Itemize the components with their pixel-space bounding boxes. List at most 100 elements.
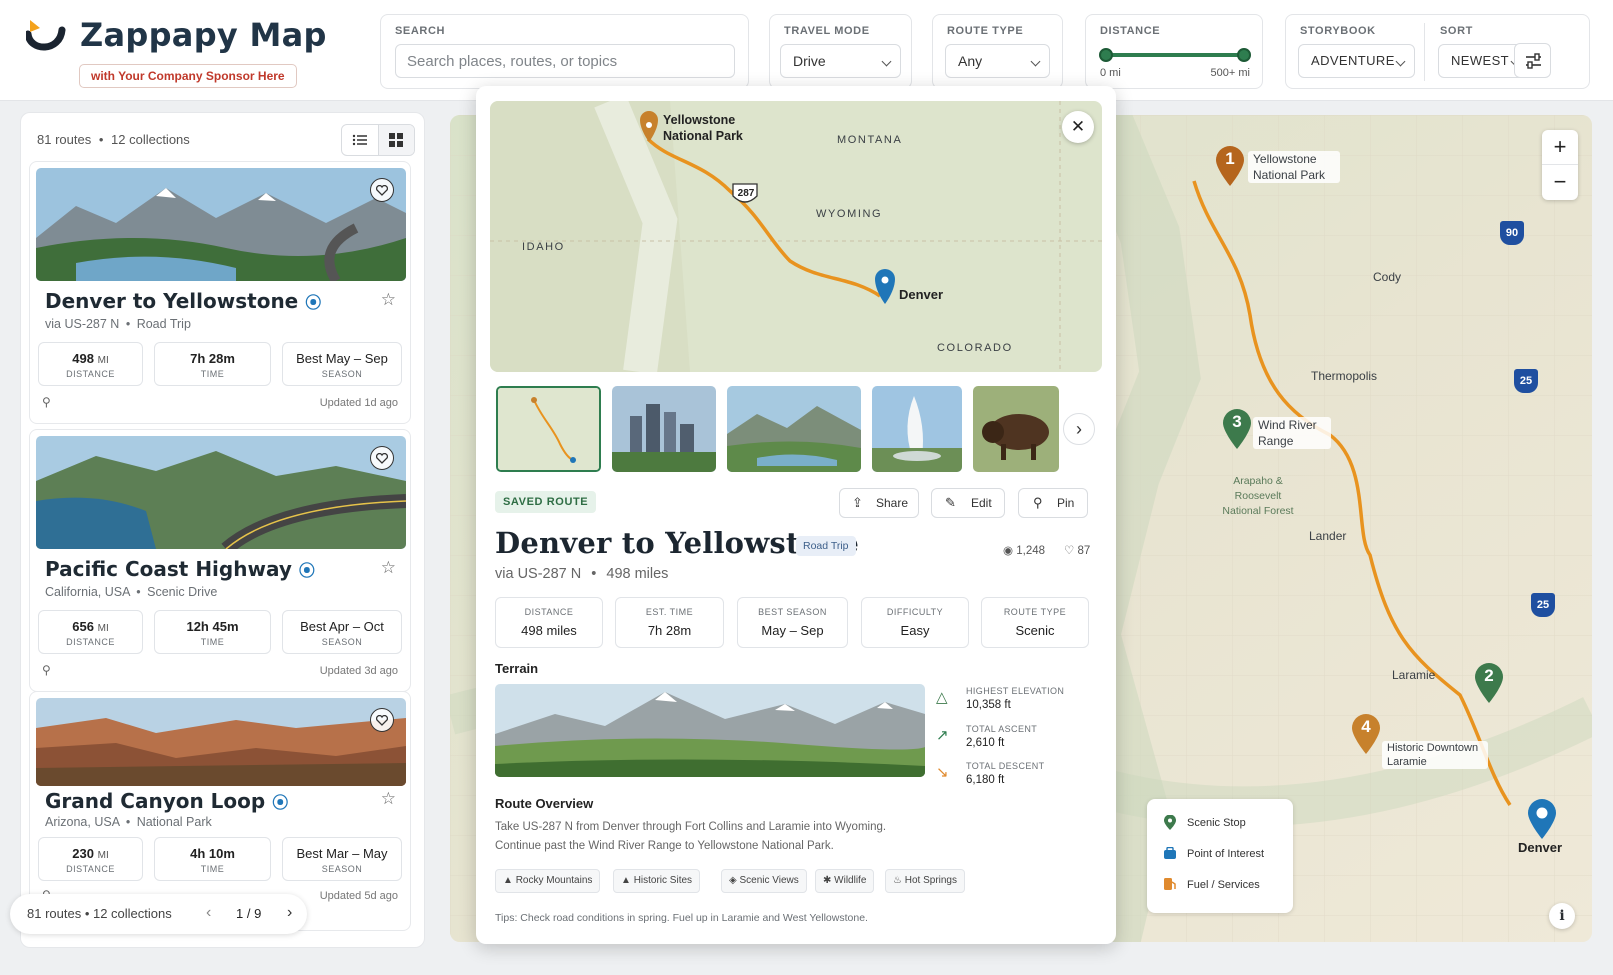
popup-mini-map[interactable]: Yellowstone National Park MONTANA WYOMIN… [490, 101, 1102, 372]
heart-icon: ♡ [1064, 545, 1075, 557]
distance-unit: MI [97, 850, 109, 861]
tag-chip[interactable]: ♨ Hot Springs [885, 869, 965, 893]
route-card-title: Pacific Coast Highway ⦿ [45, 557, 315, 581]
separator-dot: • [125, 815, 131, 829]
tag-chip[interactable]: ▲ Rocky Mountains [495, 869, 601, 893]
highway-25-shield-icon: 25 [1531, 593, 1555, 617]
mini-map-state-wyoming: WYOMING [816, 208, 883, 220]
distance-slider[interactable] [1099, 48, 1251, 62]
route-card-subtitle: via US-287 N • Road Trip [45, 317, 191, 331]
route-card-updated: Updated 1d ago [319, 397, 398, 409]
thumbnails-next-button[interactable]: › [1063, 413, 1095, 445]
landmark-icon: ▲ [621, 875, 631, 886]
tag-chip-label: Historic Sites [633, 875, 693, 886]
terrain-stat-value: 10,358 ft [966, 699, 1011, 711]
tag-chip[interactable]: ◈ Scenic Views [721, 869, 807, 893]
thumbnail-bison[interactable] [973, 386, 1059, 472]
pushpin-icon[interactable]: ⚲ [42, 395, 51, 409]
thumbnail-mountains[interactable] [727, 386, 861, 472]
location-pin-icon: ⦿ [272, 793, 289, 812]
edit-button[interactable]: ✎ Edit [931, 488, 1005, 518]
map-label-cody: Cody [1373, 270, 1402, 284]
terrain-stat-label: TOTAL ASCENT [966, 724, 1038, 734]
stat-value: Scenic [1015, 623, 1055, 638]
zoom-controls: + − [1542, 130, 1578, 200]
tag-chip[interactable]: ▲ Historic Sites [613, 869, 701, 893]
route-card-title: Denver to Yellowstone ⦿ [45, 289, 321, 313]
terrain-total-descent: ↘ TOTAL DESCENT 6,180 ft [936, 761, 1086, 791]
season-value: Best Mar – May [296, 846, 388, 861]
sponsor-badge[interactable]: with Your Company Sponsor Here [79, 64, 297, 88]
share-icon: ⇪ [852, 495, 863, 510]
stat-value: May – Sep [761, 623, 824, 638]
marker-2[interactable]: 2 [1473, 662, 1505, 704]
view-toggle [341, 124, 415, 156]
thumbnail-geyser[interactable] [872, 386, 962, 472]
tag-chip-label: Hot Springs [904, 875, 957, 886]
travel-mode-value: Drive [793, 53, 826, 69]
star-icon[interactable]: ☆ [381, 558, 396, 578]
chevron-down-icon [1395, 56, 1406, 67]
list-view-button[interactable] [342, 125, 378, 155]
route-tips: Tips: Check road conditions in spring. F… [495, 912, 868, 924]
route-list-panel: 81 routes • 12 collections Denver to Yel… [20, 112, 425, 948]
favorite-heart-icon[interactable] [370, 446, 394, 470]
map-label-forest: Arapaho & Roosevelt National Forest [1222, 475, 1294, 517]
zoom-in-button[interactable]: + [1542, 130, 1578, 165]
storybook-value: ADVENTURE [1311, 53, 1395, 68]
mini-map-start-label: Yellowstone National Park [663, 113, 743, 143]
pin-button[interactable]: ⚲ Pin [1018, 488, 1088, 518]
edit-button-label: Edit [971, 496, 992, 510]
map-label-thermopolis: Thermopolis [1311, 369, 1378, 383]
route-card-season: Best May – Sep SEASON [282, 342, 402, 386]
distance-filter: DISTANCE 0 mi 500+ mi [1085, 14, 1263, 89]
travel-mode-filter: TRAVEL MODE Drive [769, 14, 912, 89]
descent-icon: ↘ [936, 764, 949, 781]
route-card-title-text: Grand Canyon Loop [45, 789, 266, 813]
marker-1[interactable]: 1 [1214, 145, 1246, 187]
logo-icon [26, 20, 66, 51]
marker-2-number: 2 [1484, 666, 1494, 685]
saved-route-badge: SAVED ROUTE [495, 491, 597, 513]
route-type-select[interactable]: Any [945, 44, 1050, 78]
stat-label: DISTANCE [524, 607, 574, 617]
time-value: 12h 45m [186, 619, 239, 634]
marker-3[interactable]: 3 [1221, 408, 1253, 450]
grid-view-button[interactable] [377, 125, 414, 155]
terrain-stat-label: HIGHEST ELEVATION [966, 686, 1065, 696]
thumbnail-city[interactable] [612, 386, 716, 472]
app-title: Zappapy Map [80, 16, 327, 54]
marker-4[interactable]: 4 [1350, 713, 1382, 755]
travel-mode-select[interactable]: Drive [780, 44, 901, 78]
distance-value: 230 [72, 846, 94, 861]
distance-max-handle[interactable] [1237, 48, 1251, 62]
next-page-button[interactable]: › [287, 904, 292, 922]
thumbnail-route-map[interactable] [496, 386, 601, 472]
tag-chip[interactable]: ✱ Wildlife [815, 869, 875, 893]
map-info-button[interactable]: i [1549, 903, 1575, 929]
time-label: TIME [200, 864, 225, 874]
time-label: TIME [200, 369, 225, 379]
favorite-heart-icon[interactable] [370, 178, 394, 202]
close-icon[interactable]: ✕ [1062, 111, 1094, 143]
stat-route-type: ROUTE TYPE Scenic [981, 597, 1089, 648]
prev-page-button[interactable]: ‹ [206, 904, 211, 922]
route-card-updated: Updated 3d ago [319, 665, 398, 677]
marker-denver[interactable] [1526, 798, 1558, 840]
route-type-label: ROUTE TYPE [947, 25, 1024, 37]
pencil-icon: ✎ [945, 495, 956, 510]
mountain-icon: ▲ [503, 875, 513, 886]
route-card[interactable]: Denver to Yellowstone ⦿ via US-287 N • R… [29, 161, 411, 424]
storybook-select[interactable]: ADVENTURE [1298, 44, 1415, 78]
distance-min-handle[interactable] [1099, 48, 1113, 62]
route-card[interactable]: Pacific Coast Highway ⦿ California, USA … [29, 429, 411, 692]
star-icon[interactable]: ☆ [381, 789, 396, 809]
pushpin-icon[interactable]: ⚲ [42, 663, 51, 677]
search-input[interactable] [395, 44, 735, 78]
share-button[interactable]: ⇪ Share [839, 488, 919, 518]
zoom-out-button[interactable]: − [1542, 165, 1578, 200]
star-icon[interactable]: ☆ [381, 290, 396, 310]
route-type-value: Any [958, 53, 983, 69]
advanced-filters-button[interactable] [1514, 43, 1551, 78]
favorite-heart-icon[interactable] [370, 708, 394, 732]
